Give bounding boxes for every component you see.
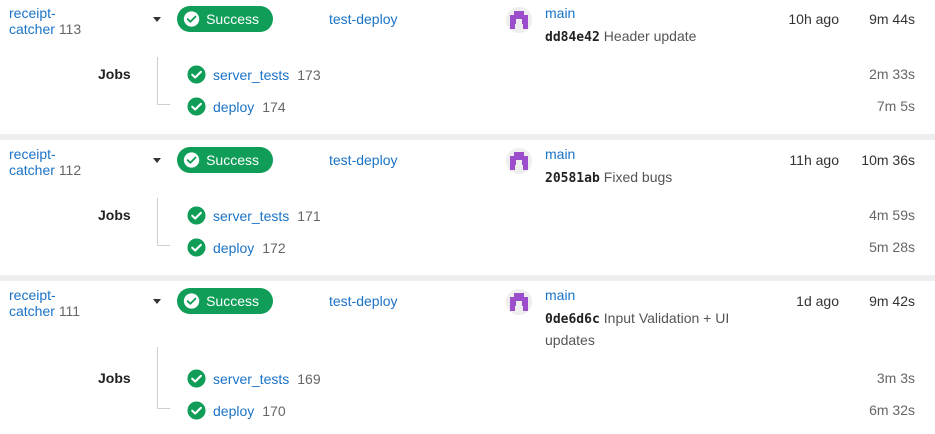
time-ago: 11h ago bbox=[789, 152, 839, 168]
status-label: Success bbox=[206, 11, 259, 27]
branch-link[interactable]: main bbox=[545, 5, 575, 21]
expand-caret-icon[interactable] bbox=[153, 158, 161, 163]
time-ago: 10h ago bbox=[788, 11, 839, 27]
check-circle-icon bbox=[183, 152, 200, 168]
pipeline-name-link[interactable]: receipt- catcher 112 bbox=[9, 146, 81, 178]
job-tree-branch bbox=[157, 104, 170, 105]
job-number: 174 bbox=[262, 98, 286, 115]
pipeline-name-link[interactable]: receipt- catcher 111 bbox=[9, 287, 80, 319]
pipeline-name-line2[interactable]: catcher bbox=[9, 162, 55, 178]
environment-link[interactable]: test-deploy bbox=[329, 11, 397, 27]
job-row[interactable]: server_tests 171 bbox=[187, 206, 321, 225]
run-number: 111 bbox=[58, 303, 81, 319]
job-number: 172 bbox=[262, 239, 286, 256]
job-duration: 4m 59s bbox=[869, 207, 915, 223]
job-name-link[interactable]: server_tests bbox=[213, 208, 289, 224]
check-circle-icon bbox=[187, 97, 206, 116]
avatar[interactable] bbox=[506, 289, 532, 315]
job-row[interactable]: deploy 170 bbox=[187, 401, 286, 420]
commit-info: dd84e42 Header update bbox=[545, 26, 765, 48]
jobs-label: Jobs bbox=[98, 66, 131, 82]
job-tree-branch bbox=[157, 408, 170, 409]
pipeline-name-line1[interactable]: receipt- bbox=[9, 5, 81, 21]
job-number: 170 bbox=[262, 402, 286, 419]
pipeline-name-line1[interactable]: receipt- bbox=[9, 287, 80, 303]
job-row[interactable]: deploy 172 bbox=[187, 238, 286, 257]
job-name-link[interactable]: deploy bbox=[213, 240, 254, 256]
job-name-link[interactable]: deploy bbox=[213, 99, 254, 115]
commit-info: 0de6d6c Input Validation + UI updates bbox=[545, 308, 755, 351]
job-name-link[interactable]: server_tests bbox=[213, 67, 289, 83]
job-duration: 7m 5s bbox=[876, 98, 915, 114]
job-tree-branch bbox=[157, 245, 170, 246]
job-number: 171 bbox=[297, 207, 321, 224]
status-label: Success bbox=[206, 152, 259, 168]
job-tree-line bbox=[157, 347, 158, 408]
status-badge[interactable]: Success bbox=[177, 147, 273, 173]
check-circle-icon bbox=[187, 65, 206, 84]
pipeline-name-line1[interactable]: receipt- bbox=[9, 146, 81, 162]
job-name-link[interactable]: deploy bbox=[213, 403, 254, 419]
run-number: 112 bbox=[58, 162, 82, 178]
commit-message: Header update bbox=[603, 28, 697, 44]
expand-caret-icon[interactable] bbox=[153, 299, 161, 304]
job-duration: 2m 33s bbox=[869, 66, 915, 82]
job-number: 173 bbox=[297, 66, 321, 83]
job-duration: 3m 3s bbox=[876, 370, 915, 386]
check-circle-icon bbox=[187, 401, 206, 420]
job-tree-line bbox=[157, 198, 158, 245]
avatar[interactable] bbox=[506, 7, 532, 33]
pipeline-run: receipt- catcher 113 Success test-deploy… bbox=[0, 0, 935, 134]
pipeline-name-line2[interactable]: catcher bbox=[9, 21, 55, 37]
job-duration: 6m 32s bbox=[869, 402, 915, 418]
avatar[interactable] bbox=[506, 148, 532, 174]
run-duration: 9m 42s bbox=[869, 293, 915, 309]
pipeline-run: receipt- catcher 112 Success test-deploy… bbox=[0, 140, 935, 275]
status-badge[interactable]: Success bbox=[177, 6, 273, 32]
check-circle-icon bbox=[187, 238, 206, 257]
check-circle-icon bbox=[187, 369, 206, 388]
identicon-icon bbox=[506, 148, 532, 174]
job-row[interactable]: deploy 174 bbox=[187, 97, 286, 116]
job-row[interactable]: server_tests 169 bbox=[187, 369, 321, 388]
job-tree-line bbox=[157, 57, 158, 104]
job-row[interactable]: server_tests 173 bbox=[187, 65, 321, 84]
job-name-link[interactable]: server_tests bbox=[213, 371, 289, 387]
environment-link[interactable]: test-deploy bbox=[329, 152, 397, 168]
commit-info: 20581ab Fixed bugs bbox=[545, 167, 765, 189]
commit-sha[interactable]: dd84e42 bbox=[545, 30, 600, 45]
commit-message: Fixed bugs bbox=[603, 169, 673, 185]
jobs-label: Jobs bbox=[98, 207, 131, 223]
time-ago: 1d ago bbox=[796, 293, 839, 309]
commit-sha[interactable]: 20581ab bbox=[545, 171, 600, 186]
identicon-icon bbox=[506, 289, 532, 315]
job-duration: 5m 28s bbox=[869, 239, 915, 255]
status-label: Success bbox=[206, 293, 259, 309]
branch-link[interactable]: main bbox=[545, 146, 575, 162]
check-circle-icon bbox=[183, 293, 200, 309]
run-number: 113 bbox=[58, 21, 82, 37]
branch-link[interactable]: main bbox=[545, 287, 575, 303]
identicon-icon bbox=[506, 7, 532, 33]
check-circle-icon bbox=[187, 206, 206, 225]
jobs-label: Jobs bbox=[98, 370, 131, 386]
commit-sha[interactable]: 0de6d6c bbox=[545, 312, 600, 327]
pipeline-name-line2[interactable]: catcher bbox=[9, 303, 55, 319]
run-duration: 9m 44s bbox=[869, 11, 915, 27]
pipeline-run: receipt- catcher 111 Success test-deploy… bbox=[0, 281, 935, 434]
job-number: 169 bbox=[297, 370, 321, 387]
pipeline-name-link[interactable]: receipt- catcher 113 bbox=[9, 5, 81, 37]
run-duration: 10m 36s bbox=[861, 152, 915, 168]
environment-link[interactable]: test-deploy bbox=[329, 293, 397, 309]
status-badge[interactable]: Success bbox=[177, 288, 273, 314]
check-circle-icon bbox=[183, 11, 200, 27]
expand-caret-icon[interactable] bbox=[153, 17, 161, 22]
